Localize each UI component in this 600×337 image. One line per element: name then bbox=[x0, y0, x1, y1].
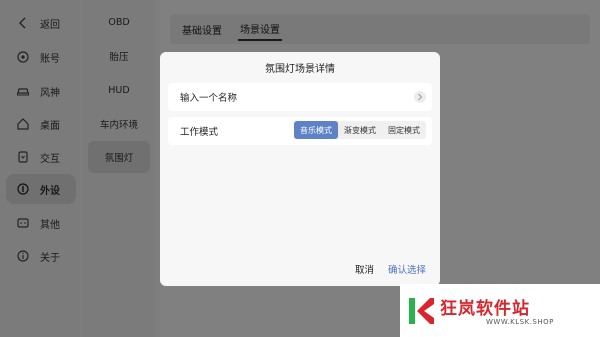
brand-logo-icon bbox=[409, 298, 434, 324]
name-input-label: 输入一个名称 bbox=[180, 93, 238, 104]
work-mode-label: 工作模式 bbox=[180, 127, 219, 138]
work-mode-selector: 音乐模式 渐变模式 固定模式 bbox=[294, 121, 426, 139]
confirm-button[interactable]: 确认选择 bbox=[388, 262, 426, 276]
mode-option-music[interactable]: 音乐模式 bbox=[294, 121, 338, 139]
cancel-button[interactable]: 取消 bbox=[355, 262, 374, 276]
chevron-right-icon bbox=[414, 91, 426, 103]
mode-option-gradient[interactable]: 渐变模式 bbox=[338, 121, 382, 139]
work-mode-row: 工作模式 音乐模式 渐变模式 固定模式 bbox=[168, 117, 432, 145]
watermark-url: WWW.KLSK.SHOP bbox=[486, 318, 554, 326]
name-input-row[interactable]: 输入一个名称 bbox=[168, 83, 432, 111]
watermark: 狂岚软件站 WWW.KLSK.SHOP bbox=[400, 284, 600, 337]
mode-option-fixed[interactable]: 固定模式 bbox=[382, 121, 426, 139]
scene-detail-dialog: 氛围灯场景详情 输入一个名称 工作模式 音乐模式 渐变模式 固定模式 取消 确认… bbox=[160, 52, 440, 286]
watermark-name: 狂岚软件站 bbox=[440, 299, 530, 319]
dialog-title: 氛围灯场景详情 bbox=[265, 64, 335, 75]
dialog-actions: 取消 确认选择 bbox=[355, 262, 426, 276]
